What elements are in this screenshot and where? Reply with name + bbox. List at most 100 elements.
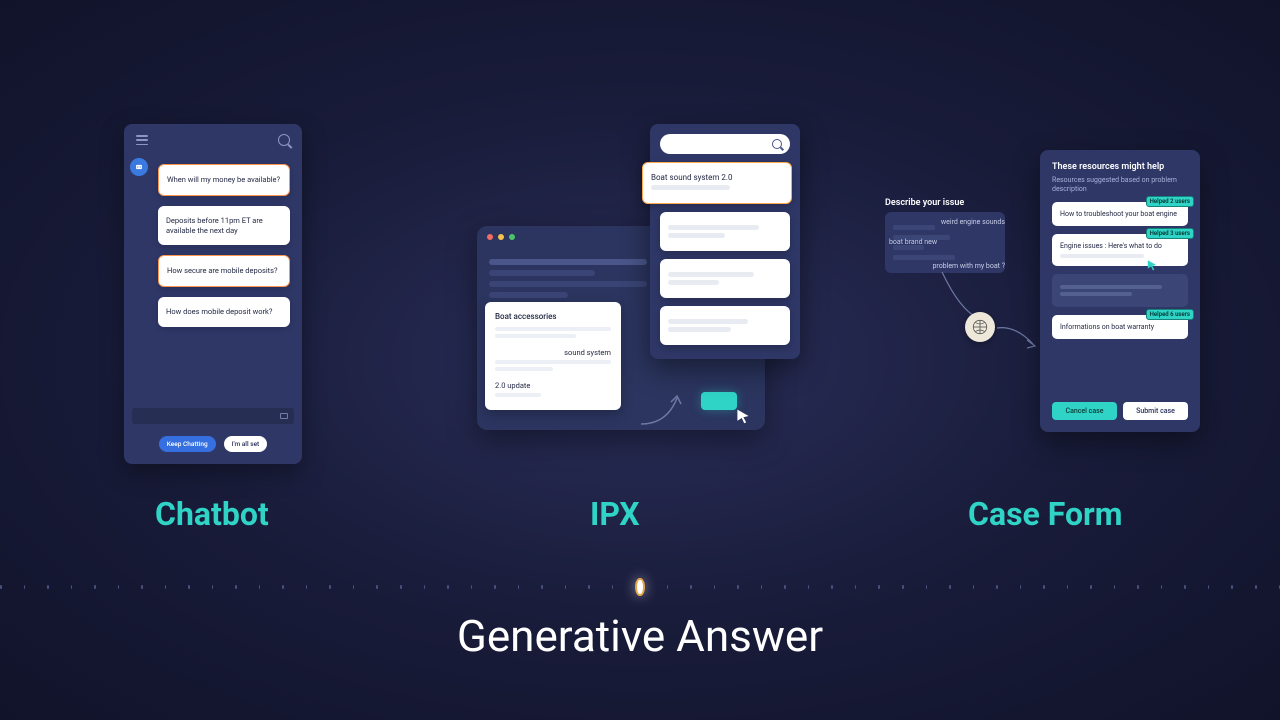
timeline-dot [424, 585, 426, 589]
timeline-dot [329, 585, 331, 589]
keep-chatting-button[interactable]: Keep Chatting [159, 436, 216, 452]
resource-item[interactable]: Helped 6 users Informations on boat warr… [1052, 315, 1188, 339]
timeline-dot [141, 585, 143, 589]
hamburger-icon[interactable] [136, 135, 148, 145]
all-set-button[interactable]: I'm all set [224, 436, 268, 452]
chat-message: How does mobile deposit work? [158, 297, 290, 327]
case-form-subheading: Resources suggested based on problem des… [1052, 176, 1188, 194]
timeline-dot [1090, 585, 1092, 589]
chatbot-panel: When will my money be available? Deposit… [124, 124, 302, 464]
ipx-action-button[interactable] [701, 392, 737, 410]
window-maximize-icon[interactable] [509, 234, 515, 240]
timeline-dot [376, 585, 378, 589]
timeline-dot [47, 585, 49, 589]
resource-item[interactable]: Helped 3 users Engine issues : Here's wh… [1052, 234, 1188, 266]
caseform-section-label: Case Form [968, 495, 1122, 533]
timeline-dot [878, 585, 880, 589]
timeline-dot [831, 585, 833, 589]
timeline-dot [855, 585, 857, 589]
cursor-icon [1146, 256, 1158, 268]
timeline-dot [1208, 585, 1210, 589]
chatbot-section-label: Chatbot [155, 495, 269, 533]
chat-message: How secure are mobile deposits? [158, 255, 290, 287]
timeline-dot [1231, 585, 1233, 589]
timeline-dot [737, 585, 739, 589]
timeline-dot [926, 585, 928, 589]
timeline-dot [94, 585, 96, 589]
timeline-dot [306, 585, 308, 589]
timeline-dot [212, 585, 214, 589]
search-result[interactable] [660, 212, 790, 251]
search-icon[interactable] [278, 134, 290, 146]
timeline-dot [667, 585, 669, 589]
helped-badge: Helped 2 users [1146, 196, 1194, 207]
window-close-icon[interactable] [487, 234, 493, 240]
timeline-dot [973, 585, 975, 589]
cursor-icon [735, 408, 751, 424]
timeline-dot [808, 585, 810, 589]
chat-input[interactable] [132, 408, 294, 424]
timeline-dot-current [635, 578, 644, 596]
timeline-dot [612, 585, 614, 589]
timeline-dot [447, 585, 449, 589]
arrow-icon [637, 390, 685, 426]
case-form-panel: These resources might help Resources sug… [1040, 150, 1200, 432]
search-input[interactable] [660, 134, 790, 154]
timeline-dot [259, 585, 261, 589]
submit-case-button[interactable]: Submit case [1123, 402, 1188, 420]
timeline-dot [494, 585, 496, 589]
timeline-dot [518, 585, 520, 589]
ipx-section-label: IPX [590, 495, 640, 533]
timeline-dot [24, 585, 26, 589]
timeline-dot [1184, 585, 1186, 589]
timeline-dot [1255, 585, 1257, 589]
bot-avatar-icon [130, 158, 148, 176]
timeline-dot [1161, 585, 1163, 589]
search-result[interactable]: Boat sound system 2.0 [642, 162, 792, 204]
timeline-dot [690, 585, 692, 589]
ipx-detail-card: Boat accessories sound system 2.0 update [485, 302, 621, 410]
chat-message: When will my money be available? [158, 164, 290, 196]
timeline-dot [1043, 585, 1045, 589]
describe-issue-card[interactable]: weird engine sounds boat brand new probl… [885, 212, 1005, 273]
timeline-dot [996, 585, 998, 589]
timeline-dot [235, 585, 237, 589]
ipx-card-line: 2.0 update [495, 381, 611, 390]
timeline-dot [565, 585, 567, 589]
timeline-dot [1114, 585, 1116, 589]
timeline-dot [471, 585, 473, 589]
chat-message: Deposits before 11pm ET are available th… [158, 206, 290, 246]
timeline-dot [761, 585, 763, 589]
resource-title: Engine issues : Here's what to do [1060, 242, 1180, 250]
timeline-dot [71, 585, 73, 589]
search-result[interactable] [660, 259, 790, 298]
chat-chevron-icon [280, 413, 288, 419]
timeline-dot [165, 585, 167, 589]
timeline-dot [118, 585, 120, 589]
timeline-dot [902, 585, 904, 589]
search-icon [772, 139, 782, 149]
search-result-title: Boat sound system 2.0 [651, 173, 783, 182]
timeline-dot [188, 585, 190, 589]
timeline-dot [714, 585, 716, 589]
connector-line [995, 320, 1037, 350]
describe-issue-label: Describe your issue [885, 198, 964, 208]
resource-title: How to troubleshoot your boat engine [1060, 210, 1180, 218]
timeline [0, 578, 1280, 596]
ipx-card-title: Boat accessories [495, 312, 611, 321]
helped-badge: Helped 6 users [1146, 309, 1194, 320]
cancel-case-button[interactable]: Cancel case [1052, 402, 1117, 420]
timeline-dot [1067, 585, 1069, 589]
helped-badge: Helped 3 users [1146, 228, 1194, 239]
page-title: Generative Answer [0, 610, 1280, 662]
case-form-heading: These resources might help [1052, 162, 1188, 172]
timeline-dot [282, 585, 284, 589]
timeline-dot [0, 585, 2, 589]
window-minimize-icon[interactable] [498, 234, 504, 240]
ipx-card-line: sound system [495, 348, 611, 357]
timeline-dot [588, 585, 590, 589]
search-result[interactable] [660, 306, 790, 345]
timeline-dot [541, 585, 543, 589]
timeline-dot [353, 585, 355, 589]
resource-item[interactable]: Helped 2 users How to troubleshoot your … [1052, 202, 1188, 226]
